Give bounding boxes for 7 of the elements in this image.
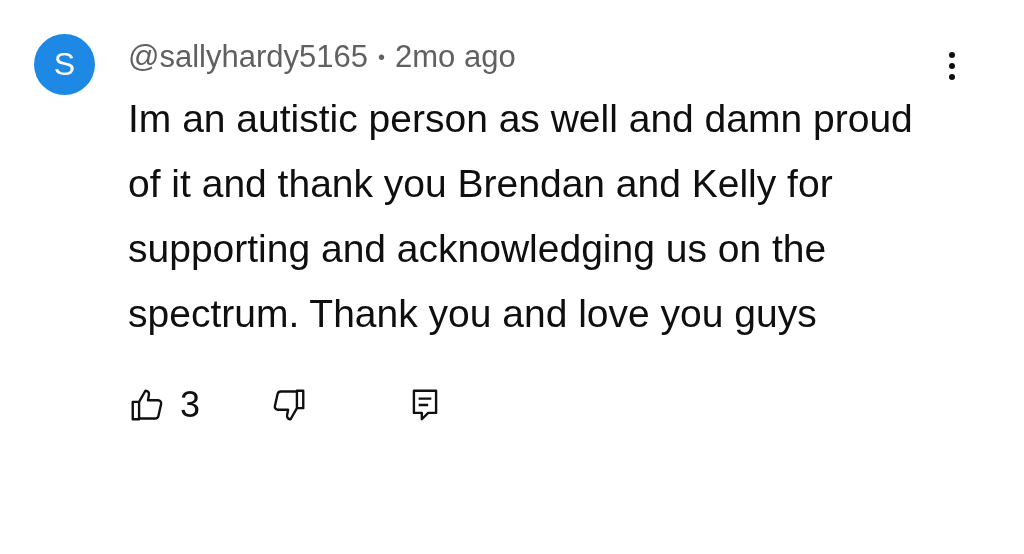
comment-text: Im an autistic person as well and damn proud of it and thank you Brendan and Kelly for supporting and acknowledging us on the spectrum. Thank you and love you guys (128, 96, 914, 337)
like-count: 3 (180, 384, 201, 426)
comment-time: 2mo ago (395, 39, 516, 75)
author-name[interactable]: @sallyhardy5165 (128, 39, 368, 75)
avatar[interactable]: S (34, 34, 95, 95)
more-menu-icon[interactable] (948, 51, 956, 81)
separator: • (378, 45, 385, 69)
